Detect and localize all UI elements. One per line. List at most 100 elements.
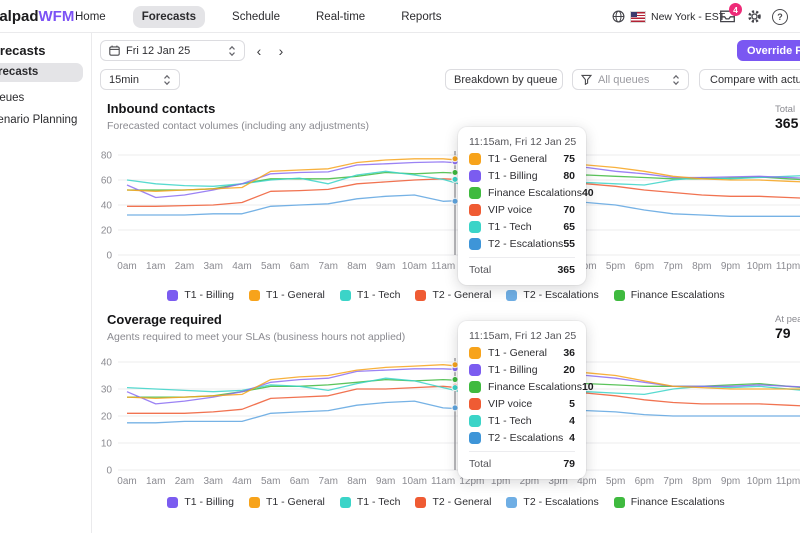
x-tick-label: 8pm [692, 476, 711, 487]
x-tick-label: 0am [117, 261, 136, 272]
legend-label: Finance Escalations [631, 289, 725, 301]
x-tick-label: 7am [318, 476, 337, 487]
legend-label: T1 - General [266, 289, 325, 301]
legend-swatch-icon [415, 290, 426, 301]
series-name: T1 - Billing [488, 364, 563, 376]
legend-item-t2-escalations[interactable]: T2 - Escalations [506, 289, 598, 301]
compare-with-actuals-button[interactable]: Compare with actuals [699, 69, 800, 90]
series-value: 55 [563, 238, 575, 250]
legend-label: T1 - Tech [357, 496, 401, 508]
x-tick-label: 9pm [721, 476, 740, 487]
x-tick-label: 3am [203, 261, 222, 272]
chart-legend: T1 - Billing T1 - General T1 - Tech T2 - Ge… [92, 496, 800, 508]
sidebar-item-scenario-planning[interactable]: Scenario Planning [0, 114, 77, 126]
x-tick-label: 6am [290, 476, 309, 487]
tooltip-row-vip-voice: VIP voice5 [469, 398, 575, 410]
legend-swatch-icon [167, 497, 178, 508]
series-swatch-icon [469, 153, 481, 165]
y-tick-label: 60 [101, 176, 113, 187]
series-name: Finance Escalations [488, 187, 582, 199]
stepper-icon [672, 74, 680, 86]
legend-swatch-icon [415, 497, 426, 508]
legend-swatch-icon [249, 290, 260, 301]
y-tick-label: 40 [101, 358, 113, 369]
legend-label: T2 - General [432, 289, 491, 301]
y-tick-label: 40 [101, 201, 113, 212]
legend-item-t2-general[interactable]: T2 - General [415, 496, 491, 508]
tooltip-row-t1-billing: T1 - Billing80 [469, 170, 575, 182]
nav-tab-real-time[interactable]: Real-time [307, 6, 374, 28]
y-tick-label: 30 [101, 385, 113, 396]
nav-tab-reports[interactable]: Reports [392, 6, 450, 28]
x-tick-label: 1am [146, 261, 165, 272]
stepper-icon [163, 74, 171, 86]
nav-tab-home[interactable]: Home [66, 6, 115, 28]
tooltip-total-row: Total 79 [469, 451, 575, 470]
x-tick-label: 10am [402, 476, 427, 487]
series-value: 5 [569, 398, 575, 410]
legend-item-finance-escalations[interactable]: Finance Escalations [614, 496, 725, 508]
tooltip-row-t1-tech: T1 - Tech4 [469, 415, 575, 427]
globe-icon [612, 10, 625, 23]
legend-item-t2-general[interactable]: T2 - General [415, 289, 491, 301]
queue-filter-select[interactable]: All queues [572, 69, 689, 90]
legend-item-t1-tech[interactable]: T1 - Tech [340, 496, 401, 508]
nav-tab-schedule[interactable]: Schedule [223, 6, 289, 28]
sidebar-item-forecasts-label[interactable]: Forecasts [0, 66, 38, 78]
legend-swatch-icon [340, 497, 351, 508]
locale-selector[interactable]: New York - EST [612, 0, 725, 33]
sidebar-item-queues[interactable]: Queues [0, 92, 24, 104]
series-value: 80 [563, 170, 575, 182]
series-name: T1 - Billing [488, 170, 563, 182]
legend-item-t1-billing[interactable]: T1 - Billing [167, 289, 234, 301]
x-tick-label: 8am [347, 476, 366, 487]
interval-select[interactable]: 15min [100, 69, 180, 90]
legend-item-t1-tech[interactable]: T1 - Tech [340, 289, 401, 301]
x-tick-label: 10pm [747, 476, 772, 487]
override-forecast-button[interactable]: Override Forecast [737, 40, 800, 61]
legend-item-t1-billing[interactable]: T1 - Billing [167, 496, 234, 508]
x-tick-label: 9pm [721, 261, 740, 272]
question-icon: ? [772, 9, 788, 25]
x-tick-label: 4am [232, 476, 251, 487]
chart2-tooltip: 11:15am, Fri 12 Jan 25 T1 - General36T1 … [458, 321, 586, 479]
settings-button[interactable] [747, 9, 762, 29]
date-picker[interactable]: Fri 12 Jan 25 [100, 40, 245, 61]
series-name: VIP voice [488, 204, 563, 216]
series-name: VIP voice [488, 398, 569, 410]
legend-label: T1 - Billing [184, 496, 234, 508]
next-day-button[interactable]: › [272, 40, 290, 61]
tooltip-total-row: Total 365 [469, 257, 575, 276]
nav-tab-forecasts[interactable]: Forecasts [133, 6, 205, 28]
series-value: 65 [563, 221, 575, 233]
tooltip-rows: T1 - General36T1 - Billing20Finance Esca… [469, 347, 575, 444]
breakdown-select[interactable]: Breakdown by queue [445, 69, 563, 90]
chart1-subtitle: Forecasted contact volumes (including an… [107, 120, 369, 132]
legend-swatch-icon [340, 290, 351, 301]
top-nav: Home Forecasts Schedule Real-time Reports [66, 0, 451, 33]
series-value: 75 [563, 153, 575, 165]
help-button[interactable]: ? [772, 9, 788, 25]
breakdown-value: Breakdown by queue [454, 74, 557, 86]
tooltip-rows: T1 - General75T1 - Billing80Finance Esca… [469, 153, 575, 250]
locale-label: New York - EST [651, 11, 725, 23]
legend-item-t2-escalations[interactable]: T2 - Escalations [506, 496, 598, 508]
series-name: T1 - Tech [488, 221, 563, 233]
legend-swatch-icon [249, 497, 260, 508]
series-name: T2 - Escalations [488, 238, 563, 250]
tooltip-total-value: 365 [557, 264, 575, 276]
chart2-stat-label: At peak [775, 314, 800, 325]
legend-item-t1-general[interactable]: T1 - General [249, 289, 325, 301]
tooltip-timestamp: 11:15am, Fri 12 Jan 25 [469, 136, 575, 148]
prev-day-button[interactable]: ‹ [250, 40, 268, 61]
series-value: 20 [563, 364, 575, 376]
series-swatch-icon [469, 221, 481, 233]
legend-item-t1-general[interactable]: T1 - General [249, 496, 325, 508]
tooltip-total-label: Total [469, 458, 563, 470]
legend-item-finance-escalations[interactable]: Finance Escalations [614, 289, 725, 301]
tooltip-row-finance-escalations: Finance Escalations10 [469, 381, 575, 393]
app-logo: dialpadWFM [0, 0, 74, 33]
legend-label: Finance Escalations [631, 496, 725, 508]
chart1-title: Inbound contacts [107, 101, 215, 116]
series-value: 40 [582, 187, 594, 199]
